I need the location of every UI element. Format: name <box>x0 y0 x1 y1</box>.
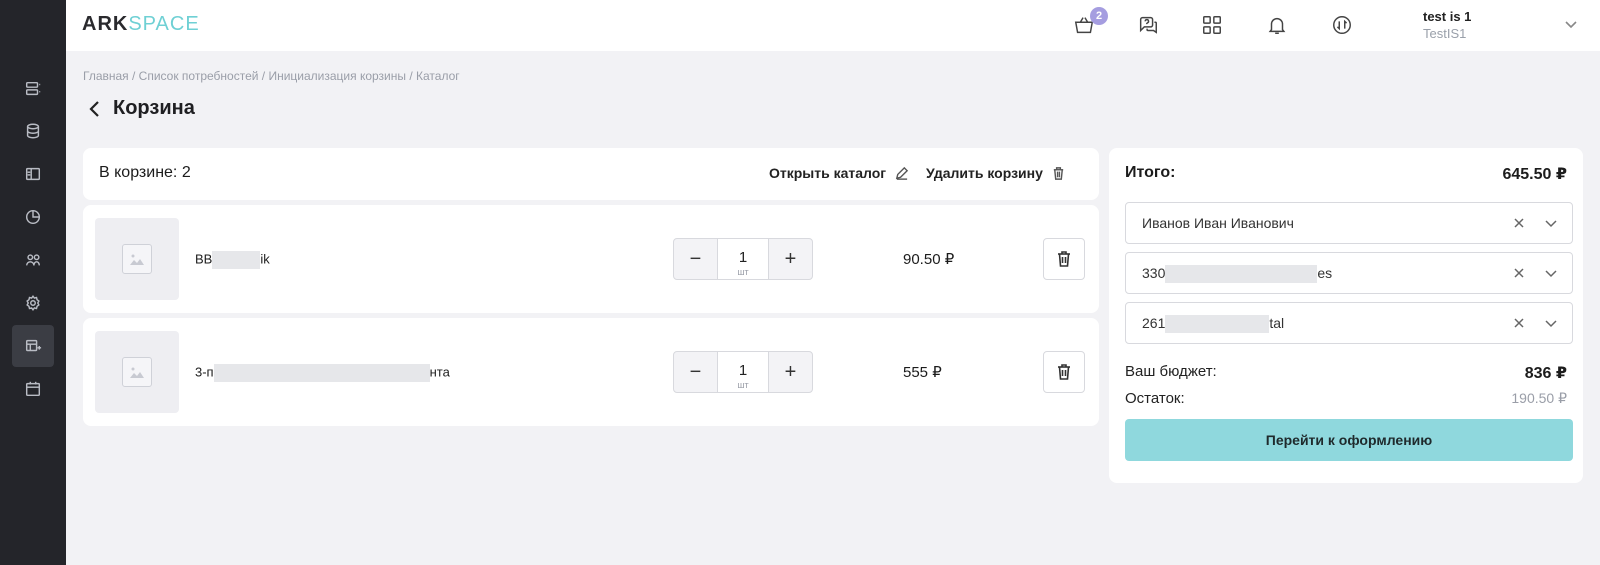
image-icon <box>130 367 144 378</box>
apps-button[interactable] <box>1198 11 1226 39</box>
quantity-stepper: − 1 шт + <box>673 351 813 393</box>
cart-count: В корзине: 2 <box>99 164 191 181</box>
sidebar-item-layout[interactable] <box>12 153 54 195</box>
checkout-button[interactable]: Перейти к оформлению <box>1125 419 1573 461</box>
increase-quantity-button[interactable]: + <box>769 239 812 279</box>
cart-header: В корзине: 2 Открыть каталог Удалить кор… <box>83 148 1099 200</box>
sidebar-item-users[interactable] <box>12 239 54 281</box>
notifications-button[interactable] <box>1263 11 1291 39</box>
total-value: 645.50 ₽ <box>1502 166 1567 183</box>
server-icon <box>25 81 41 96</box>
pencil-icon <box>895 166 909 180</box>
dropdown-toggle[interactable] <box>1544 316 1558 330</box>
quantity-stepper: − 1 шт + <box>673 238 813 280</box>
delete-item-button[interactable] <box>1043 238 1085 280</box>
product-name[interactable]: 3-п нта <box>195 364 450 382</box>
trash-icon <box>1058 364 1070 380</box>
grid-icon <box>1203 16 1221 34</box>
switch-button[interactable] <box>1328 11 1356 39</box>
clear-selection-button[interactable] <box>1512 266 1526 280</box>
open-catalog-button[interactable]: Открыть каталог <box>769 165 909 181</box>
budget-item-select[interactable]: 330 es <box>1125 252 1573 294</box>
cost-center-select[interactable]: 261 tal <box>1125 302 1573 344</box>
sidebar-item-cart[interactable] <box>12 325 54 367</box>
chevron-down-icon <box>1545 270 1557 278</box>
close-icon <box>1514 318 1524 328</box>
sidebar-item-calendar[interactable] <box>12 368 54 410</box>
sidebar-item-database[interactable] <box>12 110 54 152</box>
user-name[interactable]: test is 1 <box>1423 9 1471 24</box>
redacted-text <box>1165 265 1318 284</box>
trash-icon <box>1053 166 1064 180</box>
sidebar-item-settings[interactable] <box>12 282 54 324</box>
breadcrumb[interactable]: Главная / Список потребностей / Инициали… <box>83 69 460 83</box>
close-icon <box>1514 268 1524 278</box>
chevron-down-icon <box>1545 320 1557 328</box>
product-name[interactable]: BB ik <box>195 251 270 269</box>
logo[interactable]: ARKSPACE <box>82 13 200 36</box>
sidebar <box>0 0 66 565</box>
decrease-quantity-button[interactable]: − <box>674 352 717 392</box>
chevron-left-icon <box>89 101 99 117</box>
sidebar-item-reports[interactable] <box>12 196 54 238</box>
back-button[interactable] <box>88 100 104 120</box>
cart-button[interactable]: 2 <box>1070 7 1108 39</box>
close-icon <box>1514 218 1524 228</box>
cart-count-badge: 2 <box>1090 7 1108 25</box>
budget-label: Ваш бюджет: <box>1125 363 1217 380</box>
sidebar-item-servers[interactable] <box>12 68 54 110</box>
users-icon <box>25 254 41 266</box>
quantity-field[interactable]: 1 шт <box>717 352 769 392</box>
decrease-quantity-button[interactable]: − <box>674 239 717 279</box>
quantity-field[interactable]: 1 шт <box>717 239 769 279</box>
image-icon <box>130 254 144 265</box>
pie-chart-icon <box>25 209 41 225</box>
calendar-icon <box>25 381 41 397</box>
gear-icon <box>26 295 40 311</box>
recipient-select[interactable]: Иванов Иван Иванович <box>1125 202 1573 244</box>
user-organization: TestIS1 <box>1423 26 1467 41</box>
product-image-placeholder <box>95 218 179 300</box>
redacted-text <box>212 251 261 269</box>
delete-item-button[interactable] <box>1043 351 1085 393</box>
chat-question-icon <box>1139 16 1157 34</box>
swap-circle-icon <box>1333 16 1351 34</box>
user-menu-toggle[interactable] <box>1564 17 1578 36</box>
increase-quantity-button[interactable]: + <box>769 352 812 392</box>
total-label: Итого: <box>1125 164 1176 181</box>
redacted-text <box>213 364 430 382</box>
remainder-value: 190.50 ₽ <box>1511 390 1567 406</box>
dropdown-toggle[interactable] <box>1544 266 1558 280</box>
clear-selection-button[interactable] <box>1512 216 1526 230</box>
chevron-down-icon <box>1565 21 1577 29</box>
chat-button[interactable] <box>1134 11 1162 39</box>
dropdown-toggle[interactable] <box>1544 216 1558 230</box>
table-cart-icon <box>25 339 42 352</box>
top-bar: ARKSPACE 2 test is 1 TestIS1 <box>66 0 1600 51</box>
clear-selection-button[interactable] <box>1512 316 1526 330</box>
product-image-placeholder <box>95 331 179 413</box>
order-summary: Итого: 645.50 ₽ Иванов Иван Иванович 330… <box>1109 148 1583 483</box>
remainder-label: Остаток: <box>1125 390 1185 407</box>
layout-icon <box>25 167 41 181</box>
budget-value: 836 ₽ <box>1524 365 1567 382</box>
cart-item: 3-п нта − 1 шт + 555 ₽ <box>83 318 1099 426</box>
database-icon <box>26 123 40 139</box>
bell-icon <box>1268 17 1286 34</box>
cart-item: BB ik − 1 шт + 90.50 ₽ <box>83 205 1099 313</box>
chevron-down-icon <box>1545 220 1557 228</box>
redacted-text <box>1165 315 1270 334</box>
page-title: Корзина <box>113 97 195 119</box>
item-price: 555 ₽ <box>903 364 942 381</box>
delete-cart-button[interactable]: Удалить корзину <box>926 165 1066 181</box>
trash-icon <box>1058 251 1070 267</box>
item-price: 90.50 ₽ <box>903 251 955 268</box>
